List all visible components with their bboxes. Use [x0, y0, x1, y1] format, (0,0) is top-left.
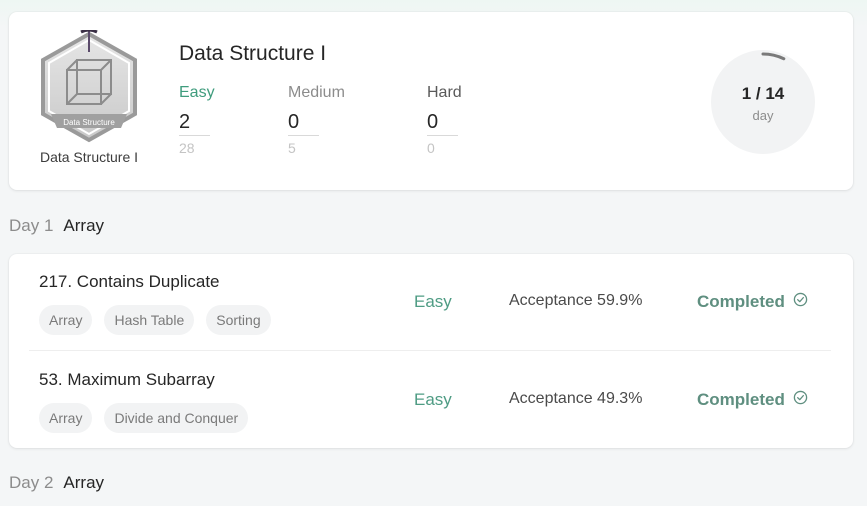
difficulty-total: 0 — [427, 140, 435, 156]
day-topic: Array — [63, 473, 105, 492]
difficulty-label: Easy — [179, 84, 215, 101]
plan-badge-icon: Data Structure — [37, 28, 141, 144]
difficulty-label: Hard — [427, 84, 462, 101]
tag[interactable]: Hash Table — [104, 305, 195, 335]
problem-difficulty: Easy — [414, 292, 452, 311]
difficulty-label: Medium — [288, 84, 345, 101]
problem-tags: Array Divide and Conquer — [39, 403, 249, 433]
problem-status: Completed — [697, 292, 808, 312]
study-plan-card: Data Structure Data Structure I Data Str… — [9, 12, 853, 190]
problem-tags: Array Hash Table Sorting — [39, 305, 271, 335]
problem-status: Completed — [697, 390, 808, 410]
difficulty-solved: 2 — [179, 111, 210, 136]
progress-unit: day — [752, 108, 774, 123]
check-circle-icon — [793, 390, 808, 410]
problem-acceptance: Acceptance 59.9% — [509, 292, 643, 309]
difficulty-solved: 0 — [288, 111, 319, 136]
check-circle-icon — [793, 292, 808, 312]
status-label: Completed — [697, 390, 785, 409]
day-header: Day 2 Array — [9, 473, 104, 493]
difficulty-total: 28 — [179, 140, 195, 156]
problem-row[interactable]: 53. Maximum Subarray Array Divide and Co… — [29, 352, 831, 448]
tag[interactable]: Array — [39, 403, 93, 433]
difficulty-total: 5 — [288, 140, 296, 156]
progress-arc — [761, 52, 786, 61]
tag[interactable]: Array — [39, 305, 93, 335]
day-label: Day 2 — [9, 473, 54, 492]
difficulty-solved: 0 — [427, 111, 458, 136]
day-problem-list: 217. Contains Duplicate Array Hash Table… — [9, 254, 853, 448]
tag[interactable]: Sorting — [206, 305, 271, 335]
status-label: Completed — [697, 292, 785, 311]
day-header: Day 1 Array — [9, 216, 104, 236]
day-topic: Array — [63, 216, 105, 235]
problem-title[interactable]: 53. Maximum Subarray — [39, 370, 215, 390]
day-label: Day 1 — [9, 216, 54, 235]
day-progress-ring: 1 / 14 day — [711, 50, 815, 154]
badge-text: Data Structure — [63, 118, 115, 127]
badge-caption: Data Structure I — [39, 149, 139, 165]
difficulty-easy: Easy 2 28 — [179, 84, 279, 156]
problem-difficulty: Easy — [414, 390, 452, 409]
row-divider — [29, 350, 831, 351]
problem-acceptance: Acceptance 49.3% — [509, 390, 643, 407]
difficulty-medium: Medium 0 5 — [288, 84, 388, 156]
plan-title: Data Structure I — [179, 42, 327, 65]
problem-title[interactable]: 217. Contains Duplicate — [39, 272, 220, 292]
tag[interactable]: Divide and Conquer — [104, 403, 249, 433]
progress-text: 1 / 14 — [741, 84, 785, 103]
problem-row[interactable]: 217. Contains Duplicate Array Hash Table… — [29, 254, 831, 350]
difficulty-hard: Hard 0 0 — [427, 84, 527, 156]
